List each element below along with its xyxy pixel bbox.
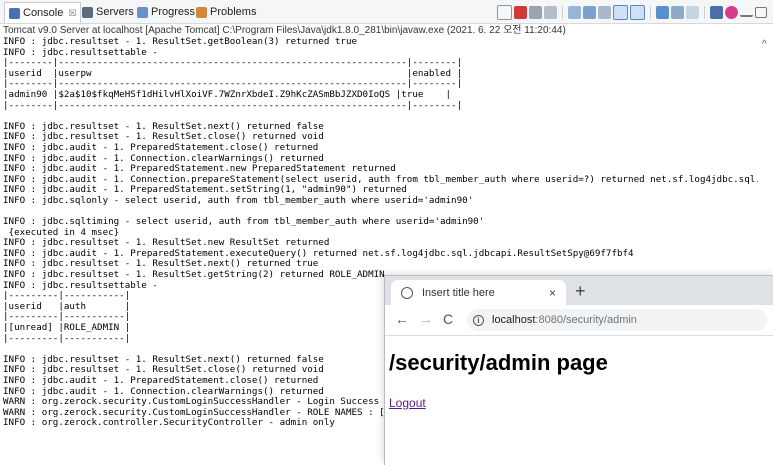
console-line: |--------|------------------------------… bbox=[3, 99, 463, 111]
console-icon bbox=[9, 7, 20, 19]
back-button[interactable]: ← bbox=[395, 311, 409, 327]
terminate-icon[interactable] bbox=[514, 5, 527, 19]
tab-progress[interactable]: Progress bbox=[133, 3, 199, 21]
logout-link[interactable]: Logout bbox=[389, 396, 426, 410]
tab-problems[interactable]: Problems bbox=[192, 3, 260, 21]
browser-window: Insert title here × + ← → C i localhost:… bbox=[384, 275, 773, 465]
address-bar[interactable]: i localhost:8080/security/admin bbox=[467, 309, 767, 331]
site-info-icon[interactable]: i bbox=[473, 314, 484, 326]
scroll-up-icon[interactable]: ^ bbox=[762, 39, 767, 50]
minimize-icon[interactable] bbox=[740, 7, 753, 17]
url-path: :8080/security/admin bbox=[535, 314, 637, 326]
tab-console[interactable]: Console ☒ bbox=[4, 2, 82, 23]
toolbar-separator bbox=[650, 5, 651, 19]
toolbar-separator bbox=[704, 5, 705, 19]
reload-button[interactable]: C bbox=[443, 311, 453, 327]
tab-problems-label: Problems bbox=[210, 6, 257, 18]
console-line: INFO : jdbc.resultset - 1. ResultSet.get… bbox=[3, 37, 358, 47]
console-toolbar bbox=[497, 4, 767, 20]
close-icon[interactable]: ☒ bbox=[68, 8, 76, 19]
browser-tab-title: Insert title here bbox=[422, 286, 495, 299]
display-console-icon[interactable] bbox=[671, 5, 684, 19]
new-console-icon[interactable] bbox=[686, 5, 699, 19]
remove-all-icon[interactable] bbox=[544, 5, 557, 19]
show-stdout-icon[interactable] bbox=[613, 4, 628, 20]
link-icon[interactable] bbox=[497, 4, 512, 20]
open-console-icon[interactable] bbox=[710, 5, 723, 19]
tab-close-icon[interactable]: × bbox=[549, 286, 556, 300]
clear-console-icon[interactable] bbox=[568, 5, 581, 19]
servers-icon bbox=[82, 6, 93, 18]
new-tab-button[interactable]: + bbox=[575, 282, 586, 300]
progress-icon bbox=[137, 6, 148, 18]
scroll-lock-icon[interactable] bbox=[583, 5, 596, 19]
view-tab-bar: Console ☒ Servers Progress Problems bbox=[0, 0, 773, 24]
toolbar-separator bbox=[562, 5, 563, 19]
console-line: INFO : jdbc.audit - 1. PreparedStatement… bbox=[3, 141, 319, 153]
url-host: localhost bbox=[492, 314, 536, 326]
debug-icon[interactable] bbox=[725, 5, 738, 19]
page-content: /security/admin page Logout bbox=[385, 336, 773, 465]
pin-console-icon[interactable] bbox=[656, 5, 669, 19]
maximize-icon[interactable] bbox=[755, 6, 767, 18]
browser-tab[interactable]: Insert title here × bbox=[391, 280, 566, 305]
address-url: localhost:8080/security/admin bbox=[492, 314, 637, 326]
console-line: INFO : jdbc.sqlonly - select userid, aut… bbox=[3, 194, 474, 206]
page-heading: /security/admin page bbox=[389, 350, 608, 375]
forward-button[interactable]: → bbox=[419, 311, 433, 327]
tab-console-label: Console bbox=[23, 7, 64, 19]
tab-progress-label: Progress bbox=[151, 6, 196, 18]
remove-launch-icon[interactable] bbox=[529, 5, 542, 19]
globe-icon bbox=[401, 286, 413, 299]
tab-servers[interactable]: Servers bbox=[78, 3, 138, 21]
process-status-line: Tomcat v9.0 Server at localhost [Apache … bbox=[3, 25, 566, 36]
show-stderr-icon[interactable] bbox=[630, 4, 645, 20]
word-wrap-icon[interactable] bbox=[598, 5, 611, 19]
console-line: |admin90 |$2a$10$fkqMeHSf1dHilvHlXoiVF.7… bbox=[3, 88, 452, 100]
tab-servers-label: Servers bbox=[96, 6, 134, 18]
browser-nav-bar: ← → C i localhost:8080/security/admin bbox=[385, 305, 773, 336]
browser-tab-strip: Insert title here × + bbox=[385, 276, 773, 305]
problems-icon bbox=[196, 6, 207, 18]
